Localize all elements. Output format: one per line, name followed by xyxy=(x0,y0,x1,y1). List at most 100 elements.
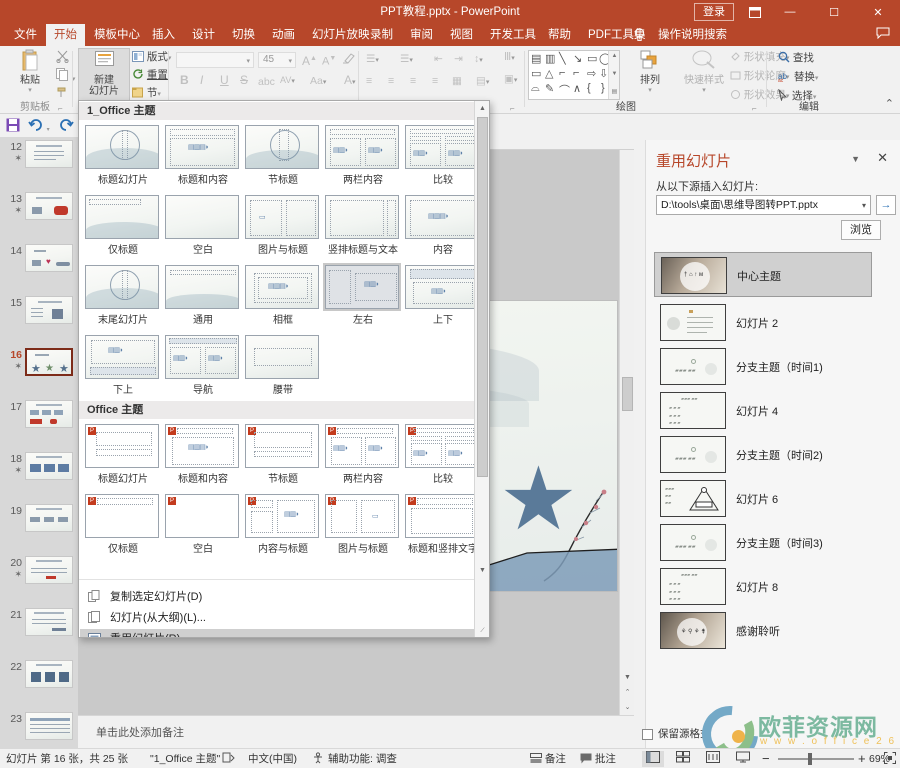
italic-button[interactable]: I xyxy=(200,73,203,88)
notes-placeholder[interactable]: 单击此处添加备注 xyxy=(78,715,634,748)
gallery-scroll-up-icon[interactable]: ▲ xyxy=(475,101,489,116)
view-normal-button[interactable] xyxy=(642,751,664,767)
shape-arc-icon[interactable]: ⌒ xyxy=(559,82,570,98)
tab-review[interactable]: 审阅 xyxy=(402,24,441,46)
change-case-button[interactable]: Aa▾ xyxy=(310,74,326,89)
font-name-input[interactable]: ▾ xyxy=(176,52,254,68)
decrease-indent-icon[interactable]: ⇤ xyxy=(434,52,443,67)
find-button[interactable]: 查找 xyxy=(778,51,814,66)
scroll-down-icon[interactable]: ▼ xyxy=(620,670,635,685)
maximize-button[interactable]: ☐ xyxy=(812,0,856,24)
clipboard-dialog-launcher[interactable]: ⌐ xyxy=(58,104,63,113)
zoom-slider-handle[interactable] xyxy=(808,753,812,765)
view-reading-button[interactable] xyxy=(702,751,724,767)
quick-styles-chevron-down-icon[interactable]: ▾ xyxy=(678,86,730,94)
shapes-scroll-up-icon[interactable]: ▲ xyxy=(609,51,620,62)
reuse-slide-6[interactable]: ▰▰▰ ▰▰ ▰▰ 幻灯片 6 xyxy=(654,476,872,521)
ribbon-display-options-icon[interactable] xyxy=(740,0,770,24)
numbering-icon[interactable]: ☰▾ xyxy=(400,52,413,67)
comments-button[interactable]: 批注 xyxy=(580,749,616,768)
accessibility-label[interactable]: 辅助功能: 调查 xyxy=(328,749,397,768)
font-color-button[interactable]: A▾ xyxy=(344,73,356,88)
undo-icon[interactable]: ▾ xyxy=(28,118,50,134)
tab-file[interactable]: 文件 xyxy=(6,24,45,46)
shape-textbox-icon[interactable]: ▤ xyxy=(531,52,541,65)
slide-thumb-18[interactable]: 18 ✶ xyxy=(0,451,78,507)
view-slideshow-button[interactable] xyxy=(732,751,754,767)
reuse-slide-2[interactable]: 幻灯片 2 xyxy=(654,300,872,345)
slide-thumb-13[interactable]: 13 ✶ xyxy=(0,191,78,247)
tab-view[interactable]: 视图 xyxy=(442,24,481,46)
slide-thumb-23[interactable]: 23 xyxy=(0,711,78,748)
editor-vertical-scrollbar[interactable]: ▲ ▼ ⌃ ⌄ xyxy=(619,137,634,715)
font-name-chevron-down-icon[interactable]: ▾ xyxy=(246,57,250,65)
font-size-input[interactable]: 45 ▾ xyxy=(258,52,296,68)
fit-to-window-icon[interactable] xyxy=(884,749,896,768)
tab-record[interactable]: 录制 xyxy=(362,24,401,46)
minimize-button[interactable]: — xyxy=(768,0,812,24)
shapes-scroll-down-icon[interactable]: ▼ xyxy=(609,69,620,80)
next-slide-icon[interactable]: ⌄ xyxy=(620,700,635,715)
browse-button[interactable]: 浏览 xyxy=(841,220,881,240)
collapse-ribbon-icon[interactable]: ⌃ xyxy=(885,97,894,110)
tab-home[interactable]: 开始 xyxy=(46,24,85,46)
source-chevron-down-icon[interactable]: ▾ xyxy=(862,196,866,214)
close-icon[interactable]: ✕ xyxy=(877,150,888,166)
zoom-slider[interactable] xyxy=(778,758,854,760)
language-indicator[interactable]: 中文(中国) xyxy=(248,749,297,768)
slide-thumb-16[interactable]: 16 ✶ ★ ★ ★ xyxy=(0,347,78,403)
gallery-scrollbar-thumb[interactable] xyxy=(477,117,488,477)
shape-vertical-textbox-icon[interactable]: ▥ xyxy=(545,52,555,65)
justify-icon[interactable]: ≡ xyxy=(432,74,438,89)
shape-right-arrow-icon[interactable]: ⇨ xyxy=(587,67,596,80)
slide-thumb-21[interactable]: 21 xyxy=(0,607,78,663)
paragraph-dialog-launcher[interactable]: ⌐ xyxy=(510,104,515,113)
view-slide-sorter-button[interactable] xyxy=(672,751,694,767)
tab-developer[interactable]: 开发工具 xyxy=(482,24,544,46)
reuse-slide-3[interactable]: ▰▰▰ ▰▰ 分支主题（时间1) xyxy=(654,344,872,389)
reuse-slide-1[interactable]: † ⌂ ↑ ᴍ 中心主题 xyxy=(654,252,872,297)
shape-rectangle-icon[interactable]: ▭ xyxy=(587,52,597,65)
text-shadow-button[interactable]: abc xyxy=(258,75,275,90)
redo-icon[interactable] xyxy=(60,118,74,134)
shape-elbow-icon[interactable]: ⌐ xyxy=(559,67,565,79)
menu-slides-from-outline[interactable]: 幻灯片(从大纲)(L)... xyxy=(80,608,475,629)
new-slide-layout-gallery[interactable]: 1_Office 主题 标题幻灯片 ▤▥▤◗ 标题和内容 节标题 ▤▥◗ ▤▥◗… xyxy=(78,100,490,638)
quick-styles-button[interactable]: 快速样式 ▾ xyxy=(678,49,730,94)
slide-thumb-14[interactable]: 14 ♥ xyxy=(0,243,78,299)
reuse-slide-4[interactable]: ▰▰▰ ▰▰ ▰ ▰ ▰ ▰ ▰ ▰ ▰ ▰ ▰ 幻灯片 4 xyxy=(654,388,872,433)
tab-animation[interactable]: 动画 xyxy=(264,24,303,46)
cut-icon[interactable] xyxy=(56,50,69,65)
save-icon[interactable] xyxy=(6,118,20,135)
shape-line-icon[interactable]: ╲ xyxy=(559,52,566,65)
previous-slide-icon[interactable]: ⌃ xyxy=(620,685,635,700)
shape-scribble-icon[interactable]: ✎ xyxy=(545,82,554,95)
slide-position-info[interactable]: 幻灯片 第 16 张，共 25 张 xyxy=(6,749,128,768)
shape-rounded-rect-icon[interactable]: ▭ xyxy=(531,67,541,80)
chevron-down-icon[interactable]: ▼ xyxy=(851,154,860,164)
gallery-scrollbar[interactable]: ▲ ▼ ⟋ xyxy=(474,101,489,637)
tab-help[interactable]: 帮助 xyxy=(540,24,579,46)
keep-source-formatting-option[interactable]: 保留源格式 xyxy=(642,726,711,741)
reuse-slide-9[interactable]: ⚘ ⚲ ⚘ ⚵ 感谢聆听 xyxy=(654,608,872,653)
gallery-scroll-down-icon[interactable]: ▼ xyxy=(475,563,489,578)
slide-thumb-19[interactable]: 19 xyxy=(0,503,78,559)
slide-thumb-15[interactable]: 15 xyxy=(0,295,78,351)
notes-button[interactable]: 备注 xyxy=(530,749,566,768)
slide-thumbnail-pane[interactable]: 12 ✶ 13 ✶ 14 ♥ 15 16 ✶ ★ ★ ★ 17 18 ✶ 19 … xyxy=(0,137,78,748)
close-button[interactable]: ✕ xyxy=(856,0,900,24)
reuse-slide-7[interactable]: ▰▰▰ ▰▰ 分支主题（时间3) xyxy=(654,520,872,565)
bullets-icon[interactable]: ☰▾ xyxy=(366,52,379,67)
shape-left-brace-icon[interactable]: { xyxy=(587,82,591,94)
strikethrough-button[interactable]: S xyxy=(240,73,248,88)
new-slide-button[interactable]: 新建 幻灯片 xyxy=(78,48,130,104)
tab-insert[interactable]: 插入 xyxy=(144,24,183,46)
reuse-slide-8[interactable]: ▰▰▰ ▰▰ ▰ ▰ ▰ ▰ ▰ ▰ ▰ ▰ ▰ 幻灯片 8 xyxy=(654,564,872,609)
columns-icon[interactable]: ▤▾ xyxy=(476,74,489,89)
text-direction-icon[interactable]: Ⅲ▾ xyxy=(504,50,515,65)
slide-thumb-22[interactable]: 22 xyxy=(0,659,78,715)
menu-reuse-slides[interactable]: 重用幻灯片(R)... xyxy=(80,629,475,637)
layout-button[interactable]: 版式▾ xyxy=(132,50,171,65)
line-spacing-icon[interactable]: ↕▾ xyxy=(474,52,483,67)
accessibility-icon[interactable] xyxy=(312,749,325,768)
